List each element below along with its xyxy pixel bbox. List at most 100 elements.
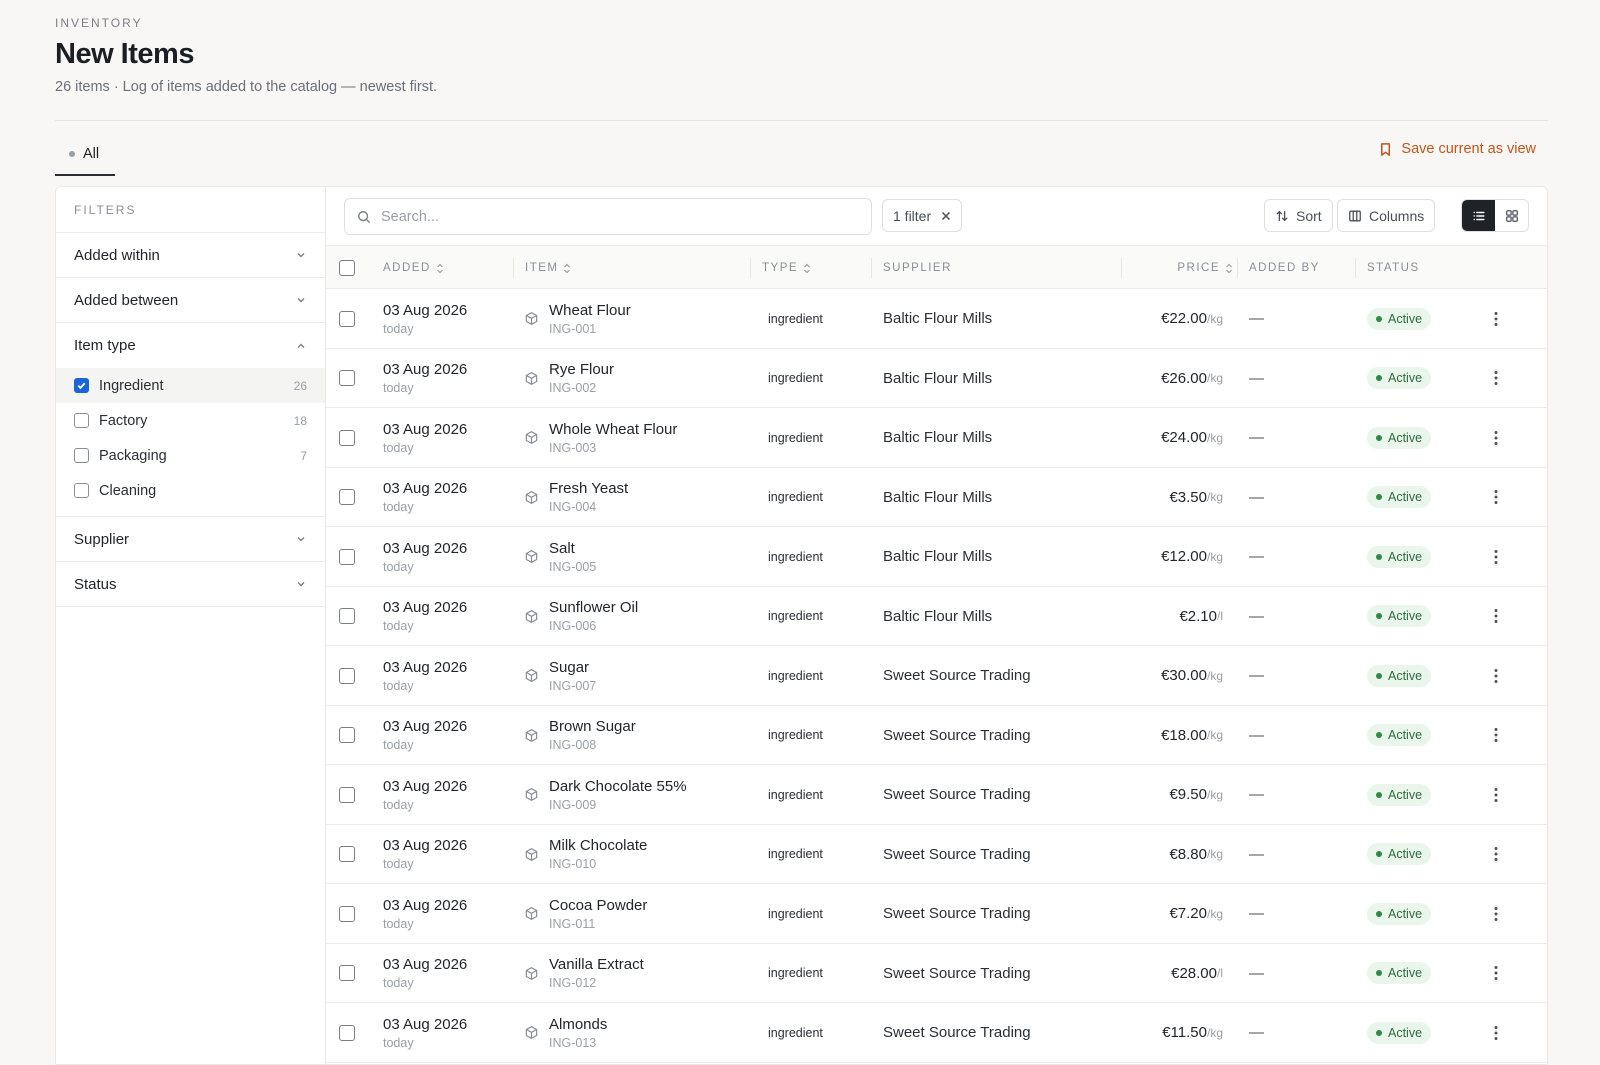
item-name[interactable]: Rye Flour <box>549 361 614 378</box>
filter-option-ingredient[interactable]: Ingredient 26 <box>56 368 325 403</box>
more-vertical-icon[interactable] <box>1494 311 1498 327</box>
filter-section-added-within[interactable]: Added within <box>56 233 325 278</box>
filter-section-item-type[interactable]: Item type <box>56 323 325 368</box>
more-vertical-icon[interactable] <box>1494 489 1498 505</box>
save-view-button[interactable]: Save current as view <box>1378 141 1536 157</box>
checkbox[interactable] <box>74 483 89 498</box>
table-row[interactable]: 03 Aug 2026 today Vanilla Extract ING-012 in… <box>326 944 1547 1004</box>
row-checkbox[interactable] <box>339 370 355 387</box>
table-row[interactable]: 03 Aug 2026 today Wheat Flour ING-001 ingred… <box>326 289 1547 349</box>
status-cell: Active <box>1367 944 1432 1004</box>
more-vertical-icon[interactable] <box>1494 906 1498 922</box>
row-checkbox[interactable] <box>339 548 355 565</box>
list-view-button[interactable] <box>1462 200 1495 231</box>
row-checkbox[interactable] <box>339 489 355 506</box>
item-cell: Salt ING-005 <box>524 527 596 587</box>
item-name[interactable]: Sugar <box>549 659 589 676</box>
item-name[interactable]: Almonds <box>549 1016 607 1033</box>
sort-button[interactable]: Sort <box>1264 199 1333 232</box>
table-row[interactable]: 03 Aug 2026 today Cocoa Powder ING-011 ingre… <box>326 884 1547 944</box>
more-vertical-icon[interactable] <box>1494 1025 1498 1041</box>
column-header-added-by: ADDED BY <box>1237 246 1320 290</box>
filter-section-supplier[interactable]: Supplier <box>56 517 325 562</box>
table-row[interactable]: 03 Aug 2026 today Salt ING-005 ingredient Bal… <box>326 527 1547 587</box>
table-row[interactable]: 03 Aug 2026 today Almonds ING-013 ingredient… <box>326 1003 1547 1063</box>
table-row[interactable]: 03 Aug 2026 today Fresh Yeast ING-004 ingred… <box>326 468 1547 527</box>
table-row[interactable]: 03 Aug 2026 today Dark Chocolate 55% ING-00… <box>326 765 1547 825</box>
filter-option-cleaning[interactable]: Cleaning <box>56 473 325 508</box>
column-header-label: Added <box>383 262 431 274</box>
row-checkbox[interactable] <box>339 310 355 327</box>
item-name[interactable]: Vanilla Extract <box>549 956 644 973</box>
row-select-cell <box>339 587 355 647</box>
select-all-cell <box>339 246 355 290</box>
item-name[interactable]: Brown Sugar <box>549 718 636 735</box>
tab-all[interactable]: All <box>55 134 115 176</box>
item-name[interactable]: Dark Chocolate 55% <box>549 778 687 795</box>
table-row[interactable]: 03 Aug 2026 today Sunflower Oil ING-006 ingr… <box>326 587 1547 647</box>
column-header-item[interactable]: Item <box>512 246 571 290</box>
more-vertical-icon[interactable] <box>1494 608 1498 624</box>
item-type-options: Ingredient 26 Factory 18 Packaging 7 Cle… <box>56 368 325 517</box>
filter-section-status[interactable]: Status <box>56 562 325 607</box>
filter-option-factory[interactable]: Factory 18 <box>56 403 325 438</box>
search-input[interactable] <box>381 208 841 225</box>
close-icon[interactable] <box>941 211 951 221</box>
row-checkbox[interactable] <box>339 727 355 744</box>
status-badge: Active <box>1367 1021 1432 1044</box>
more-vertical-icon[interactable] <box>1494 787 1498 803</box>
more-vertical-icon[interactable] <box>1494 727 1498 743</box>
table-row[interactable]: 03 Aug 2026 today Whole Wheat Flour ING-003… <box>326 408 1547 468</box>
row-checkbox[interactable] <box>339 786 355 803</box>
item-name[interactable]: Salt <box>549 540 575 557</box>
item-name[interactable]: Wheat Flour <box>549 302 631 319</box>
checkbox[interactable] <box>74 413 89 428</box>
row-checkbox[interactable] <box>339 667 355 684</box>
status-badge: Active <box>1367 724 1432 747</box>
column-header-type[interactable]: Type <box>749 246 811 290</box>
supplier-cell: Baltic Flour Mills <box>883 408 992 468</box>
columns-button[interactable]: Columns <box>1337 199 1436 232</box>
status-badge: Active <box>1367 664 1432 687</box>
row-checkbox[interactable] <box>339 846 355 863</box>
row-checkbox[interactable] <box>339 608 355 625</box>
item-cell: Almonds ING-013 <box>524 1003 607 1063</box>
table-row[interactable]: 03 Aug 2026 today Brown Sugar ING-008 ingred… <box>326 706 1547 766</box>
column-header-label: Type <box>762 262 799 274</box>
more-vertical-icon[interactable] <box>1494 370 1498 386</box>
checkbox-checked[interactable] <box>74 378 89 393</box>
row-checkbox[interactable] <box>339 965 355 982</box>
table-row[interactable]: 03 Aug 2026 today Sugar ING-007 ingredient Sw… <box>326 646 1547 706</box>
more-vertical-icon[interactable] <box>1494 549 1498 565</box>
more-vertical-icon[interactable] <box>1494 965 1498 981</box>
column-header-added[interactable]: Added <box>383 246 444 290</box>
table-row[interactable]: 03 Aug 2026 today Rye Flour ING-002 ingredie… <box>326 349 1547 408</box>
supplier-cell: Baltic Flour Mills <box>883 527 992 587</box>
column-header-price[interactable]: Price <box>1121 246 1233 290</box>
added-relative: today <box>383 1035 414 1050</box>
item-name[interactable]: Milk Chocolate <box>549 837 647 854</box>
row-select-cell <box>339 765 355 825</box>
row-checkbox[interactable] <box>339 429 355 446</box>
supplier-cell: Sweet Source Trading <box>883 706 1031 766</box>
item-name[interactable]: Fresh Yeast <box>549 480 628 497</box>
search-box[interactable] <box>344 198 872 235</box>
added-relative: today <box>383 916 414 931</box>
grid-view-button[interactable] <box>1495 200 1528 231</box>
item-code: ING-004 <box>549 500 597 515</box>
filter-section-added-between[interactable]: Added between <box>56 278 325 323</box>
row-checkbox[interactable] <box>339 1024 355 1041</box>
more-vertical-icon[interactable] <box>1494 846 1498 862</box>
filter-option-packaging[interactable]: Packaging 7 <box>56 438 325 473</box>
more-vertical-icon[interactable] <box>1494 430 1498 446</box>
item-type: ingredient <box>768 311 823 326</box>
more-vertical-icon[interactable] <box>1494 668 1498 684</box>
item-name[interactable]: Sunflower Oil <box>549 599 638 616</box>
checkbox[interactable] <box>74 448 89 463</box>
select-all-checkbox[interactable] <box>339 260 355 276</box>
active-filter-chip[interactable]: 1 filter <box>882 199 963 232</box>
row-checkbox[interactable] <box>339 905 355 922</box>
item-name[interactable]: Cocoa Powder <box>549 897 647 914</box>
table-row[interactable]: 03 Aug 2026 today Milk Chocolate ING-010 ing… <box>326 825 1547 884</box>
item-name[interactable]: Whole Wheat Flour <box>549 421 677 438</box>
